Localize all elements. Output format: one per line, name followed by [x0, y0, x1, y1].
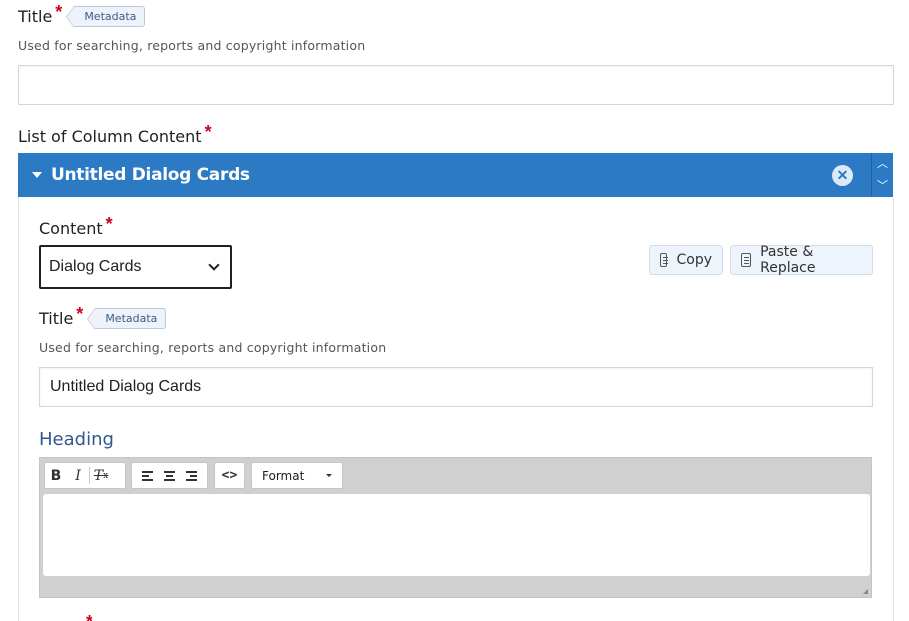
content-type-select[interactable]: Dialog Cards	[39, 245, 232, 289]
list-content-label: List of Column Content	[18, 127, 202, 146]
copy-button[interactable]: Copy	[649, 245, 723, 275]
format-label: Format	[262, 468, 305, 483]
align-left-button[interactable]	[136, 463, 158, 488]
chevron-up-icon[interactable]: ︿	[872, 153, 893, 175]
clipboard-icon	[741, 253, 752, 267]
alignment-group	[131, 462, 208, 489]
format-dropdown[interactable]: Format	[251, 462, 343, 489]
paste-replace-button[interactable]: Paste & Replace	[730, 244, 873, 276]
source-code-button[interactable]: <>	[215, 463, 244, 488]
italic-button[interactable]: I	[67, 463, 89, 488]
select-value: Dialog Cards	[49, 258, 142, 275]
content-label: Content	[39, 219, 103, 238]
collapsible-panel-header[interactable]: Untitled Dialog Cards ✕	[18, 153, 871, 197]
align-right-button[interactable]	[180, 463, 202, 488]
resize-handle-icon[interactable]	[863, 589, 868, 594]
field-label: Title	[39, 309, 74, 328]
partial-required-marker: *	[86, 613, 92, 621]
paste-label: Paste & Replace	[760, 244, 816, 276]
title-input[interactable]	[18, 65, 894, 105]
chevron-down-icon[interactable]: ﹀	[872, 175, 893, 197]
bold-button[interactable]: B	[45, 463, 67, 488]
metadata-tag: Metadata	[87, 308, 167, 330]
reorder-controls: ︿ ﹀	[871, 153, 893, 197]
field-description: Used for searching, reports and copyrigh…	[18, 38, 366, 53]
source-group: <>	[214, 462, 245, 489]
caret-down-icon	[326, 474, 332, 477]
required-marker: *	[105, 214, 113, 234]
panel-title: Untitled Dialog Cards	[51, 165, 250, 185]
align-center-icon	[163, 471, 175, 481]
rich-text-editor: B I Tx <> Format	[39, 457, 872, 598]
inner-title-label-row: Title * Metadata	[39, 304, 167, 330]
field-description: Used for searching, reports and copyrigh…	[39, 340, 387, 355]
heading-editor-area[interactable]	[43, 494, 870, 576]
heading-label: Heading	[39, 429, 114, 450]
copy-icon	[660, 253, 669, 267]
metadata-tag: Metadata	[66, 6, 146, 28]
text-style-group: B I Tx	[44, 462, 126, 489]
close-icon[interactable]: ✕	[832, 165, 853, 186]
required-marker: *	[204, 122, 212, 142]
list-label-row: List of Column Content *	[18, 122, 212, 147]
field-label: Title	[18, 7, 53, 26]
align-right-icon	[185, 471, 197, 481]
content-label-row: Content *	[39, 214, 113, 239]
required-marker: *	[55, 2, 63, 22]
copy-label: Copy	[676, 252, 712, 268]
clear-format-button[interactable]: Tx	[90, 463, 112, 488]
top-title-label-row: Title * Metadata	[18, 2, 146, 28]
inner-title-input[interactable]	[39, 367, 873, 407]
align-center-button[interactable]	[158, 463, 180, 488]
required-marker: *	[76, 304, 84, 324]
caret-down-icon[interactable]	[32, 172, 42, 178]
chevron-down-icon	[208, 259, 220, 271]
align-left-icon	[141, 471, 153, 481]
